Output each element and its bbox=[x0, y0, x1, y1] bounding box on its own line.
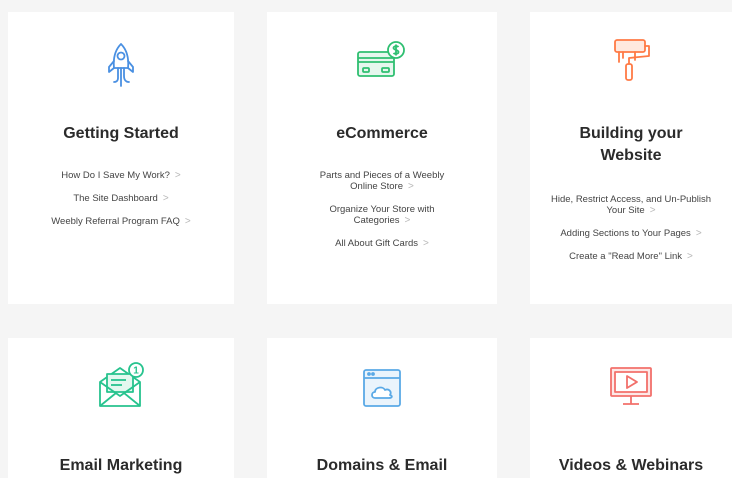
article-link-label: All About Gift Cards bbox=[335, 238, 419, 249]
chevron-right-icon: > bbox=[687, 251, 693, 262]
chevron-right-icon: > bbox=[423, 238, 429, 249]
article-link-label: Parts and Pieces of a Weebly Online Stor… bbox=[319, 170, 445, 192]
help-card-getting-started[interactable]: Getting Started How Do I Save My Work? > … bbox=[8, 12, 234, 304]
article-link-label: How Do I Save My Work? bbox=[61, 170, 170, 181]
article-link-label: Adding Sections to Your Pages bbox=[560, 228, 691, 239]
envelope-icon: 1 bbox=[96, 362, 146, 415]
chevron-right-icon: > bbox=[649, 205, 656, 216]
help-card-building-website[interactable]: Building your Website Hide, Restrict Acc… bbox=[530, 12, 732, 304]
article-link[interactable]: Organize Your Store with Categories > bbox=[307, 204, 457, 226]
help-card-videos-webinars[interactable]: Videos & Webinars bbox=[530, 338, 732, 478]
help-card-email-marketing[interactable]: 1 Email Marketing bbox=[8, 338, 234, 478]
help-card-ecommerce[interactable]: eCommerce Parts and Pieces of a Weebly O… bbox=[267, 12, 497, 304]
article-link[interactable]: All About Gift Cards > bbox=[267, 238, 497, 249]
article-link-label: Create a "Read More" Link bbox=[569, 251, 683, 262]
article-link[interactable]: Weebly Referral Program FAQ > bbox=[8, 216, 234, 227]
card-title: Building your Website bbox=[579, 125, 683, 164]
chevron-right-icon: > bbox=[174, 170, 181, 181]
article-link-label: The Site Dashboard bbox=[73, 193, 158, 204]
card-title: Getting Started bbox=[63, 125, 179, 142]
credit-card-icon bbox=[356, 40, 408, 85]
chevron-right-icon: > bbox=[184, 216, 191, 227]
help-card-domains-email[interactable]: Domains & Email bbox=[267, 338, 497, 478]
article-link[interactable]: The Site Dashboard > bbox=[8, 193, 234, 204]
card-title: Email Marketing bbox=[59, 457, 183, 474]
card-title: Domains & Email bbox=[316, 457, 448, 474]
chevron-right-icon: > bbox=[695, 228, 702, 239]
video-monitor-icon bbox=[609, 366, 653, 413]
article-link[interactable]: Create a "Read More" Link > bbox=[530, 251, 732, 262]
article-link-label: Hide, Restrict Access, and Un-Publish Yo… bbox=[551, 194, 711, 216]
chevron-right-icon: > bbox=[404, 215, 411, 226]
card-title: eCommerce bbox=[336, 125, 428, 142]
article-link[interactable]: Parts and Pieces of a Weebly Online Stor… bbox=[307, 170, 457, 192]
browser-cloud-icon bbox=[362, 368, 402, 413]
article-link[interactable]: How Do I Save My Work? > bbox=[8, 170, 234, 181]
paint-roller-icon bbox=[611, 38, 651, 89]
chevron-right-icon: > bbox=[407, 181, 414, 192]
article-link-label: Organize Your Store with Categories bbox=[329, 204, 435, 226]
card-title: Videos & Webinars bbox=[558, 457, 704, 474]
chevron-right-icon: > bbox=[162, 193, 169, 204]
article-link-label: Weebly Referral Program FAQ bbox=[51, 216, 180, 227]
article-link[interactable]: Adding Sections to Your Pages > bbox=[530, 228, 732, 239]
article-link[interactable]: Hide, Restrict Access, and Un-Publish Yo… bbox=[530, 194, 732, 216]
notification-badge: 1 bbox=[133, 366, 139, 377]
rocket-icon bbox=[106, 42, 136, 95]
